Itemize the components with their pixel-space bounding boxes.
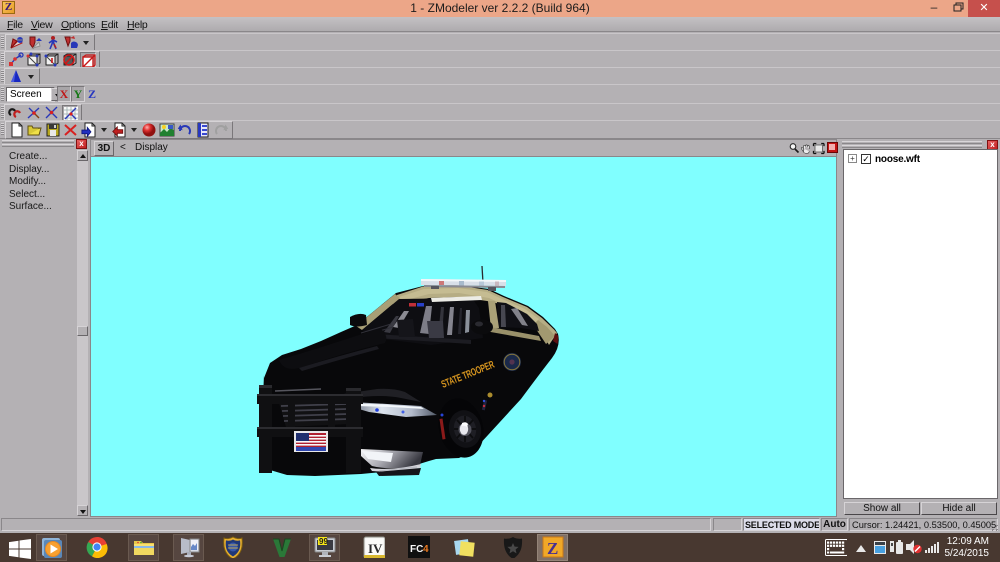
svg-text:Z: Z [547, 539, 558, 558]
svg-text:IV: IV [368, 541, 383, 556]
svg-text:4: 4 [423, 544, 429, 555]
svg-text:FC: FC [410, 544, 423, 555]
svg-text:99: 99 [319, 537, 328, 546]
